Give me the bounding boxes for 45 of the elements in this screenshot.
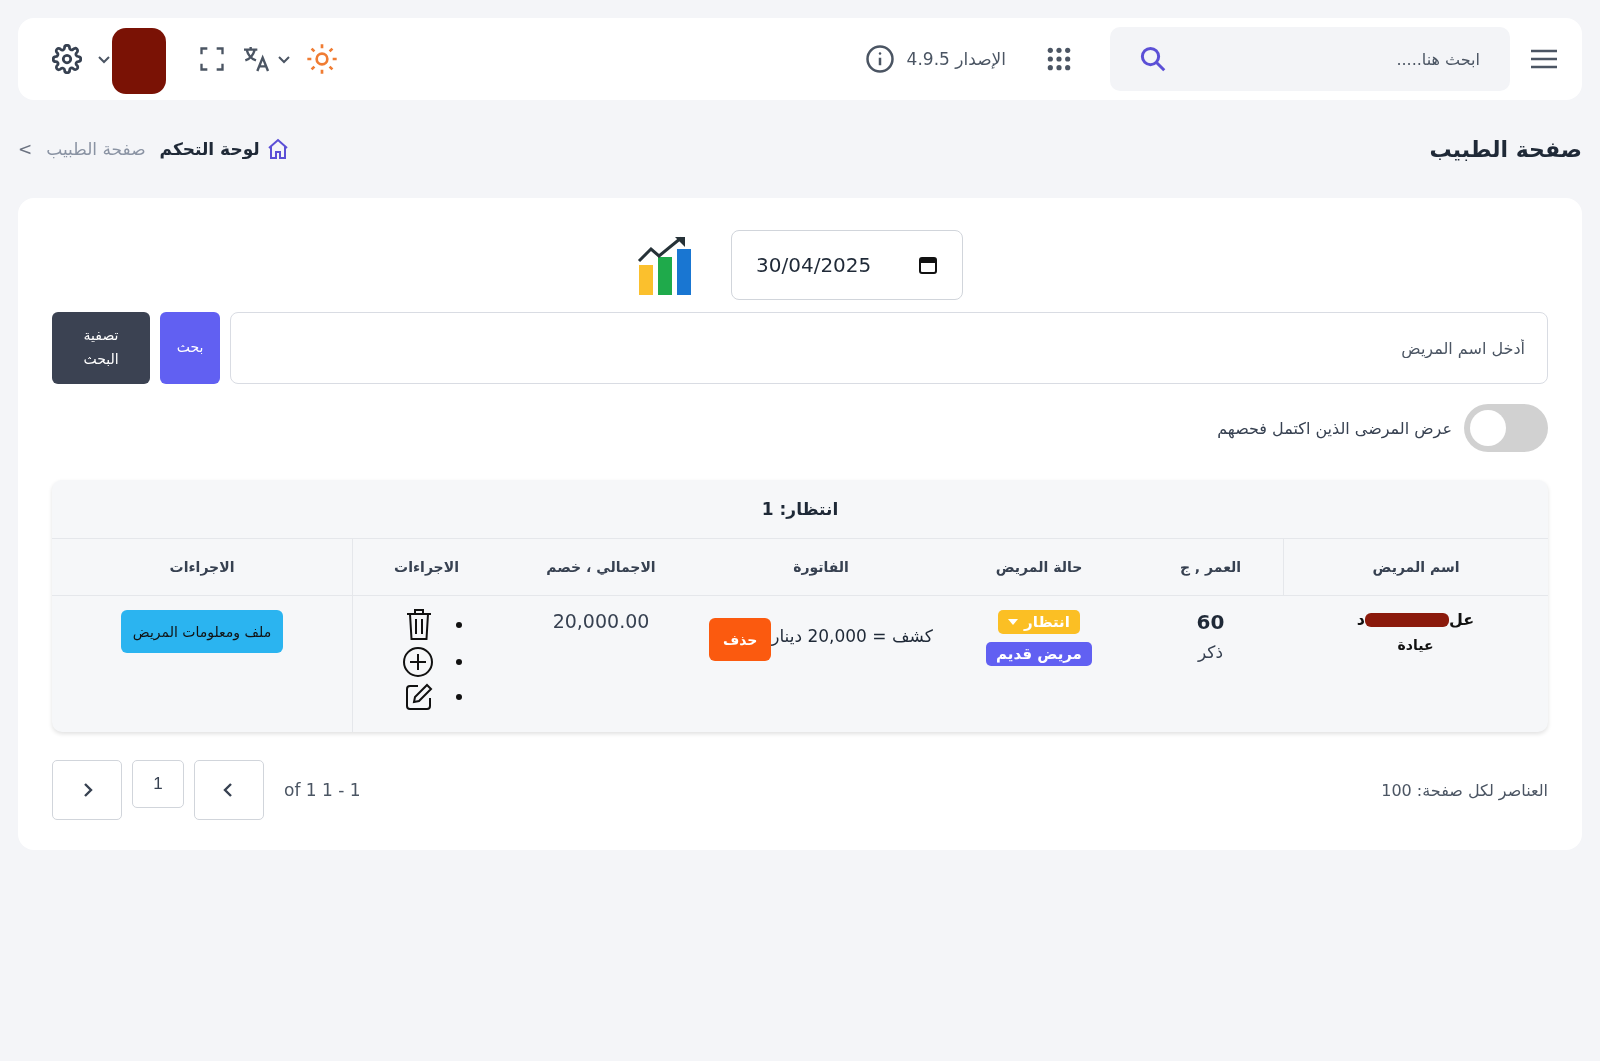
column-header: حالة المريض bbox=[940, 539, 1138, 596]
sun-icon[interactable] bbox=[306, 43, 338, 75]
fullscreen-icon[interactable] bbox=[198, 45, 226, 73]
bullet-icon bbox=[455, 694, 462, 700]
visit-type: عيادة bbox=[1397, 637, 1434, 653]
breadcrumb-separator: > bbox=[18, 139, 33, 159]
column-header: الاجراءات bbox=[352, 539, 500, 596]
total-amount: 20,000.00 bbox=[552, 610, 650, 632]
toggle-label: عرض المرضى الذين اكتمل فحصهم bbox=[1217, 418, 1452, 438]
edit-icon[interactable] bbox=[403, 682, 434, 712]
date-field[interactable]: 30/04/2025 bbox=[731, 230, 963, 300]
calendar-icon[interactable] bbox=[918, 255, 938, 275]
plus-circle-icon[interactable] bbox=[401, 646, 434, 678]
info-icon[interactable] bbox=[864, 44, 895, 74]
reset-filter-button[interactable]: تصفية البحث bbox=[52, 312, 150, 384]
column-header: الاجمالي ، خصم bbox=[500, 539, 702, 596]
column-header: الفاتورة bbox=[702, 539, 940, 596]
breadcrumb-item: صفحة الطبيب bbox=[46, 139, 146, 159]
patient-gender: ذكر bbox=[1198, 642, 1224, 662]
search-icon[interactable] bbox=[1138, 44, 1168, 74]
column-header: اسم المريض bbox=[1283, 539, 1548, 596]
items-per-page-label: العناصر لكل صفحة: 100 bbox=[1381, 780, 1548, 800]
invoice-text: كشف = 20,000 دينار bbox=[771, 626, 933, 646]
column-header: العمر , ج bbox=[1138, 539, 1283, 596]
settings-icon[interactable] bbox=[52, 44, 82, 74]
apps-grid-icon[interactable] bbox=[1046, 46, 1072, 72]
caret-icon bbox=[1008, 618, 1019, 626]
page-range-label: of 1 1 - 1 bbox=[284, 780, 361, 800]
bullet-icon bbox=[455, 622, 462, 628]
bullet-icon bbox=[455, 659, 462, 665]
version-label: الإصدار 4.9.5 bbox=[906, 49, 1006, 69]
column-header: الاجراءات bbox=[52, 539, 352, 596]
patient-name: عل د bbox=[1356, 610, 1475, 629]
patient-file-button[interactable]: ملف ومعلومات المريض bbox=[120, 610, 284, 653]
patient-type-badge: مريض قديم bbox=[986, 642, 1092, 666]
breadcrumb-link[interactable]: لوحة التحكم bbox=[159, 137, 290, 161]
page-title: صفحة الطبيب bbox=[1429, 136, 1582, 162]
table-title: انتظار: 1 bbox=[52, 480, 1548, 539]
toggle-switch[interactable] bbox=[1464, 404, 1548, 452]
patient-age: 60 bbox=[1196, 610, 1225, 634]
page-number-button[interactable]: 1 bbox=[132, 760, 184, 808]
search-button[interactable]: بحث bbox=[160, 312, 220, 384]
search-field[interactable]: ابحث هنا..... bbox=[1110, 27, 1510, 91]
redaction-mark bbox=[112, 28, 166, 94]
menu-icon[interactable] bbox=[1530, 48, 1558, 70]
